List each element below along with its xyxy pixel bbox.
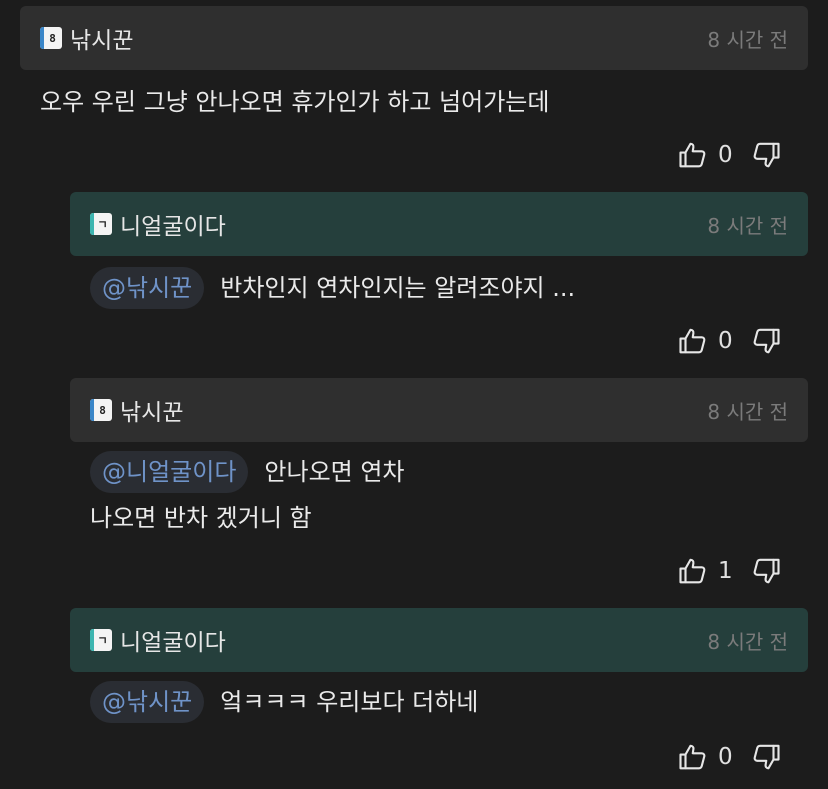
badge-glyph: 8 bbox=[49, 31, 56, 45]
user-level-badge-icon: 8 bbox=[40, 27, 62, 49]
username[interactable]: 낚시꾼 bbox=[70, 21, 133, 55]
user-level-badge-icon: ㄱ bbox=[90, 213, 112, 235]
thumbs-up-icon[interactable] bbox=[678, 742, 708, 772]
like-count: 0 bbox=[718, 744, 733, 770]
comment-header: 8 낚시꾼 8 시간 전 bbox=[20, 6, 808, 70]
badge-stripe bbox=[90, 399, 94, 421]
thumbs-up-icon[interactable] bbox=[678, 140, 708, 170]
mention-chip[interactable]: @니얼굴이다 bbox=[90, 451, 249, 493]
thumbs-up-icon[interactable] bbox=[678, 556, 708, 586]
comment-line: 엌ㅋㅋㅋ 우리보다 더하네 bbox=[220, 688, 479, 716]
badge-glyph: 8 bbox=[99, 403, 106, 417]
reply-header: ㄱ 니얼굴이다 8 시간 전 bbox=[70, 608, 808, 672]
comment-text: @낚시꾼 반차인지 연차인지는 알려조야지 ... bbox=[90, 264, 575, 312]
timestamp: 8 시간 전 bbox=[707, 213, 788, 238]
user-level-badge-icon: ㄱ bbox=[90, 629, 112, 651]
username[interactable]: 니얼굴이다 bbox=[120, 207, 226, 241]
timestamp: 8 시간 전 bbox=[707, 629, 788, 654]
username[interactable]: 니얼굴이다 bbox=[120, 623, 226, 657]
reply-header: ㄱ 니얼굴이다 8 시간 전 bbox=[70, 192, 808, 256]
vote-bar: 0 bbox=[678, 740, 781, 774]
timestamp: 8 시간 전 bbox=[707, 27, 788, 52]
comment-text: @니얼굴이다 안나오면 연차 bbox=[90, 448, 405, 496]
comment-text: 오우 우린 그냥 안나오면 휴가인가 하고 넘어가는데 bbox=[40, 78, 549, 126]
comment-line: 오우 우린 그냥 안나오면 휴가인가 하고 넘어가는데 bbox=[40, 88, 550, 116]
comment-text: @낚시꾼 엌ㅋㅋㅋ 우리보다 더하네 bbox=[90, 678, 478, 726]
badge-glyph: ㄱ bbox=[97, 218, 108, 231]
thumbs-up-icon[interactable] bbox=[678, 326, 708, 356]
vote-bar: 1 bbox=[678, 554, 781, 588]
badge-stripe bbox=[90, 629, 94, 651]
badge-stripe bbox=[40, 27, 44, 49]
mention-chip[interactable]: @낚시꾼 bbox=[90, 267, 205, 309]
thumbs-down-icon[interactable] bbox=[751, 326, 781, 356]
mention-chip[interactable]: @낚시꾼 bbox=[90, 681, 205, 723]
comment-line: 반차인지 연차인지는 알려조야지 ... bbox=[220, 274, 576, 302]
comment-text-line-2: 나오면 반차 겠거니 함 bbox=[90, 494, 312, 542]
user-level-badge-icon: 8 bbox=[90, 399, 112, 421]
badge-stripe bbox=[90, 213, 94, 235]
vote-bar: 0 bbox=[678, 324, 781, 358]
comment-line: 나오면 반차 겠거니 함 bbox=[90, 504, 312, 532]
vote-bar: 0 bbox=[678, 138, 781, 172]
thumbs-down-icon[interactable] bbox=[751, 556, 781, 586]
like-count: 0 bbox=[718, 142, 733, 168]
thumbs-down-icon[interactable] bbox=[751, 140, 781, 170]
like-count: 0 bbox=[718, 328, 733, 354]
timestamp: 8 시간 전 bbox=[707, 399, 788, 424]
username[interactable]: 낚시꾼 bbox=[120, 393, 183, 427]
badge-glyph: ㄱ bbox=[97, 634, 108, 647]
reply-header: 8 낚시꾼 8 시간 전 bbox=[70, 378, 808, 442]
thumbs-down-icon[interactable] bbox=[751, 742, 781, 772]
comment-line: 안나오면 연차 bbox=[264, 458, 405, 486]
like-count: 1 bbox=[718, 558, 733, 584]
